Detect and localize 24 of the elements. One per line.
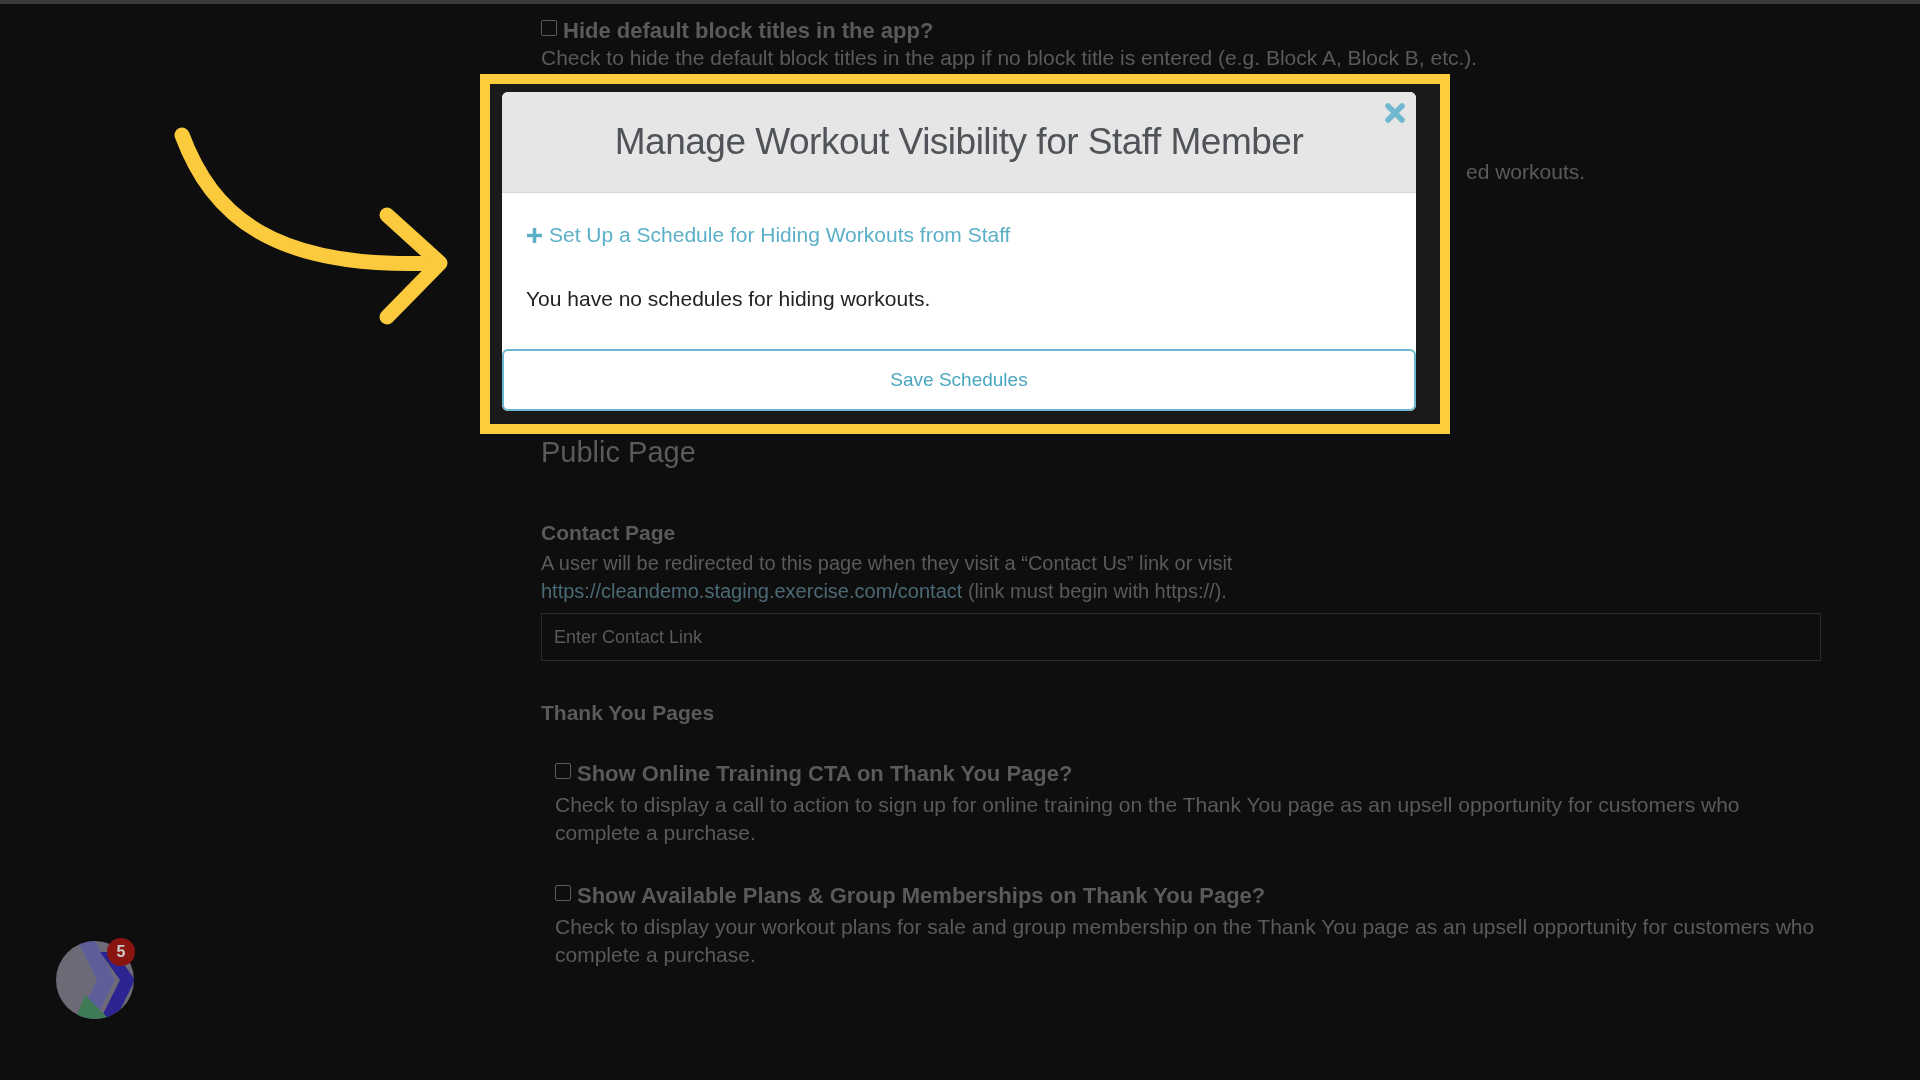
checkbox[interactable] xyxy=(555,763,571,779)
subsection-heading: Thank You Pages xyxy=(541,701,716,725)
subsection-heading: Contact Page xyxy=(541,521,677,545)
save-button[interactable]: Save Schedules xyxy=(502,349,1416,411)
close-icon[interactable] xyxy=(1382,100,1408,126)
checkbox[interactable] xyxy=(555,885,571,901)
option-label: Hide default block titles in the app? xyxy=(563,18,934,44)
modal-title: Manage Workout Visibility for Staff Member xyxy=(614,121,1304,163)
contact-link[interactable]: https://cleandemo.staging.exercise.com/contact xyxy=(541,580,963,602)
section-heading: Public Page xyxy=(541,436,697,469)
chat-widget-icon[interactable] xyxy=(55,940,135,1020)
notification-badge: 5 xyxy=(107,938,135,966)
empty-message: You have no schedules for hiding workouts. xyxy=(526,287,931,311)
add-schedule-link[interactable]: Set Up a Schedule for Hiding Workouts from Staff xyxy=(526,223,1011,247)
option-description: Check to display a call to action to sign up for online training on the Thank You page as an upsell opportunity for customers who complete a purchase. xyxy=(555,792,1741,846)
description-text: A user will be redirected to this page when they visit a “Contact Us” link or visit https://cleandemo.staging.exercise.com/contact (link must begin with https://). xyxy=(541,551,1234,604)
plus-icon xyxy=(526,226,543,244)
option-label: Show Available Plans & Group Memberships on Thank You Page? xyxy=(577,883,1266,909)
checkbox[interactable] xyxy=(541,20,557,36)
contact-link-field[interactable]: Enter Contact Link xyxy=(541,613,1821,661)
option-label: Show Online Training CTA on Thank You Page? xyxy=(577,761,1073,787)
partial-text: ed workouts. xyxy=(1466,160,1587,184)
option-description: Check to hide the default block titles in the app if no block title is entered (e.g. Block A, Block B, etc.). xyxy=(541,46,1479,70)
option-description: Check to display your workout plans for sale and group membership on the Thank You page as an upsell opportunity for customers who complete a purchase. xyxy=(555,914,1816,968)
